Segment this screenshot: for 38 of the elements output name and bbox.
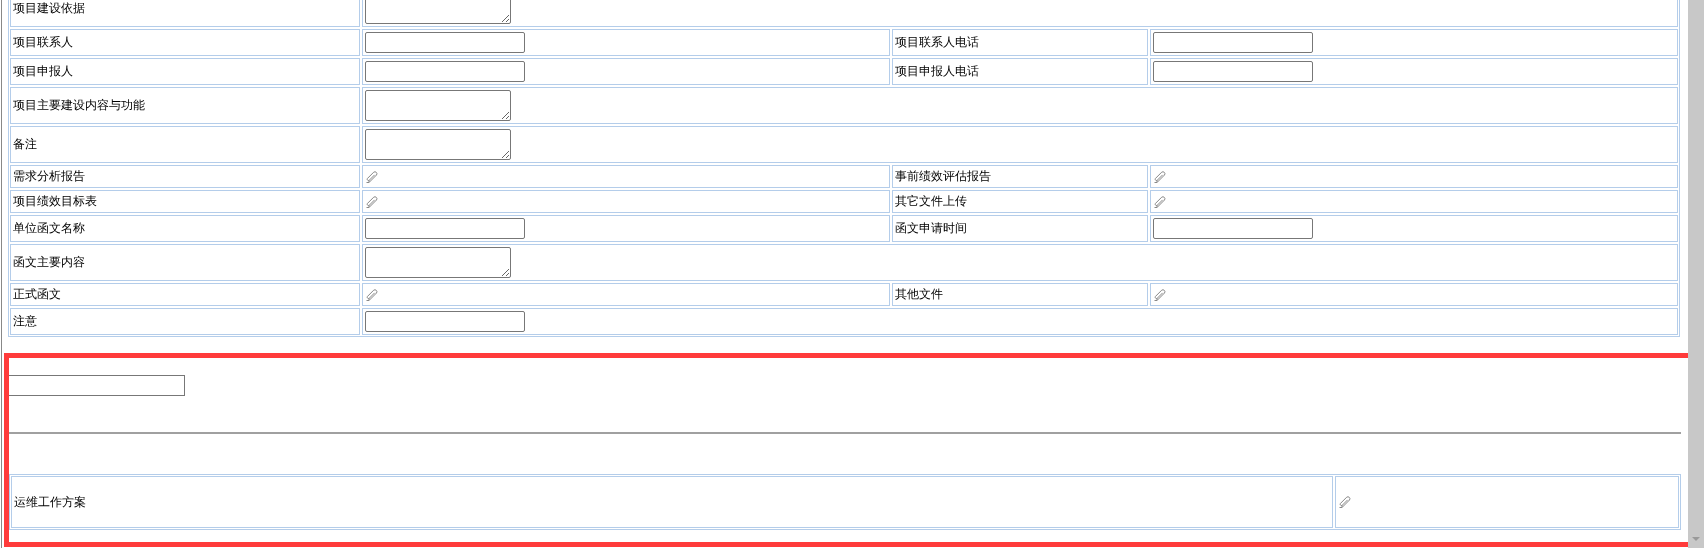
text-area[interactable] (365, 0, 511, 24)
field-label: 项目建设依据 (10, 0, 360, 27)
input-field[interactable] (365, 311, 525, 332)
field-label: 其它文件上传 (892, 190, 1148, 213)
field-label: 单位函文名称 (10, 215, 360, 242)
input-field[interactable] (9, 375, 185, 396)
field-label: 项目绩效目标表 (10, 190, 360, 213)
field-label: 函文申请时间 (892, 215, 1148, 242)
input-field[interactable] (365, 61, 525, 82)
input-field[interactable] (1153, 61, 1313, 82)
text-area[interactable] (365, 90, 511, 121)
field-label: 运维工作方案 (11, 476, 1333, 528)
text-area[interactable] (365, 129, 511, 160)
paperclip-icon[interactable] (365, 194, 379, 209)
field-label: 项目申报人 (10, 58, 360, 85)
field-label: 备注 (10, 126, 360, 163)
field-label: 项目申报人电话 (892, 58, 1148, 85)
paperclip-icon[interactable] (1153, 169, 1167, 184)
field-label: 函文主要内容 (10, 244, 360, 281)
input-field[interactable] (1153, 218, 1313, 239)
input-field[interactable] (365, 218, 525, 239)
paperclip-icon[interactable] (365, 287, 379, 302)
field-label: 其他文件 (892, 283, 1148, 306)
field-label: 需求分析报告 (10, 165, 360, 188)
input-field[interactable] (365, 32, 525, 53)
paperclip-icon[interactable] (1153, 194, 1167, 209)
input-field[interactable] (1153, 32, 1313, 53)
field-label: 项目联系人 (10, 29, 360, 56)
field-label: 项目主要建设内容与功能 (10, 87, 360, 124)
field-label: 正式函文 (10, 283, 360, 306)
text-area[interactable] (365, 247, 511, 278)
field-label: 注意 (10, 308, 360, 335)
field-label: 事前绩效评估报告 (892, 165, 1148, 188)
paperclip-icon[interactable] (365, 169, 379, 184)
field-label: 项目联系人电话 (892, 29, 1148, 56)
scrollbar[interactable] (1688, 0, 1704, 548)
paperclip-icon[interactable] (1338, 495, 1352, 509)
paperclip-icon[interactable] (1153, 287, 1167, 302)
